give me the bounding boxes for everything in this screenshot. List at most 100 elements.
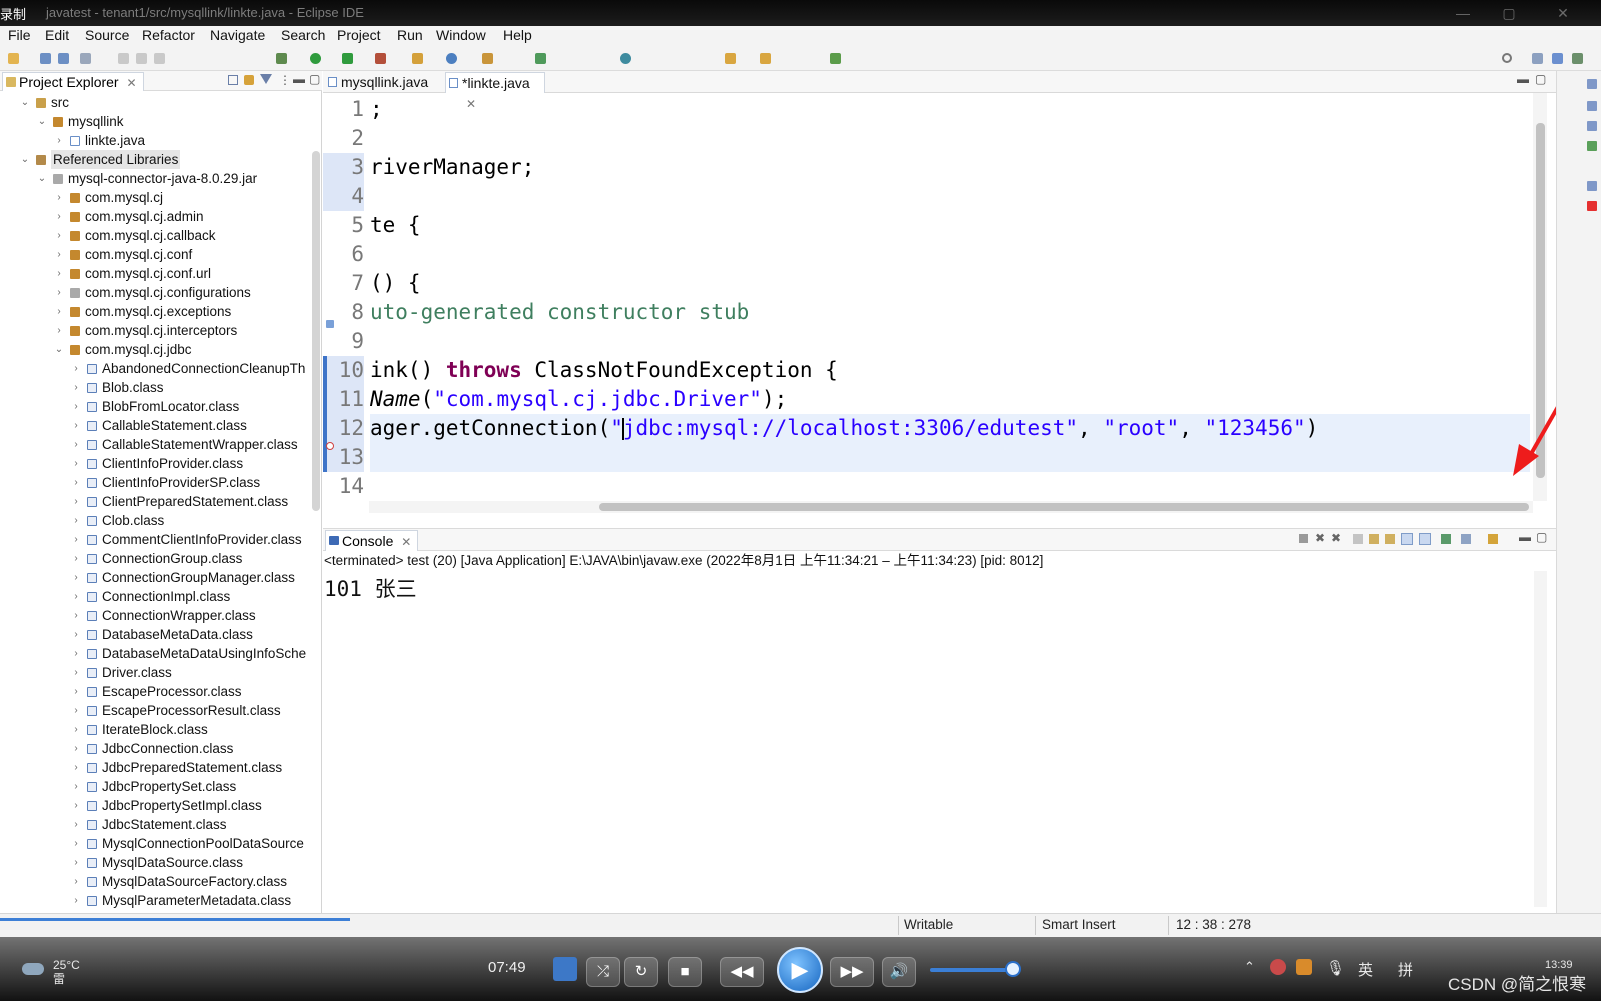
code-line-1[interactable]: ; — [370, 95, 383, 124]
debug-perspective-icon[interactable] — [1572, 53, 1583, 64]
code-line-12[interactable]: ager.getConnection("jdbc:mysql://localho… — [370, 414, 1530, 443]
print-icon[interactable] — [80, 53, 91, 64]
chevron-right-icon[interactable]: › — [53, 188, 65, 207]
fast-forward-button[interactable]: ▶▶ — [830, 957, 874, 987]
problems-icon[interactable] — [1587, 141, 1597, 151]
chevron-right-icon[interactable]: › — [70, 872, 82, 891]
menu-search[interactable]: Search — [281, 27, 325, 43]
tab-mysqllink-java[interactable]: mysqllink.java — [325, 72, 443, 93]
outline-icon[interactable] — [1587, 101, 1597, 111]
maximize-button[interactable]: ▢ — [1486, 0, 1532, 26]
error-overview-icon[interactable] — [1587, 201, 1597, 211]
debug-icon[interactable] — [276, 53, 287, 64]
filter-icon[interactable] — [260, 74, 272, 84]
project-explorer-scrollbar[interactable] — [312, 151, 320, 511]
chevron-right-icon[interactable]: › — [70, 397, 82, 416]
suspend-icon[interactable] — [136, 53, 147, 64]
chevron-right-icon[interactable]: › — [70, 549, 82, 568]
chevron-right-icon[interactable]: › — [70, 587, 82, 606]
chevron-right-icon[interactable]: › — [70, 530, 82, 549]
tree-item[interactable]: ⌄ Referenced Libraries — [0, 150, 312, 169]
new-class-icon[interactable] — [446, 53, 457, 64]
chevron-right-icon[interactable]: › — [53, 245, 65, 264]
chevron-right-icon[interactable]: › — [70, 473, 82, 492]
chevron-right-icon[interactable]: › — [70, 359, 82, 378]
menu-edit[interactable]: Edit — [45, 27, 69, 43]
tree-item[interactable]: › ClientInfoProviderSP.class — [0, 473, 312, 492]
tree-item[interactable]: › Clob.class — [0, 511, 312, 530]
cursor-position[interactable]: 12 : 38 : 278 — [1176, 917, 1251, 932]
tree-item[interactable]: › linkte.java — [0, 131, 312, 150]
chevron-right-icon[interactable]: › — [70, 568, 82, 587]
tree-item[interactable]: › CallableStatement.class — [0, 416, 312, 435]
task-list-icon[interactable] — [1587, 121, 1597, 131]
chevron-right-icon[interactable]: › — [53, 302, 65, 321]
code-line-7[interactable]: () { — [370, 269, 421, 298]
tree-item[interactable]: › JdbcPropertySet.class — [0, 777, 312, 796]
tree-item[interactable]: › EscapeProcessorResult.class — [0, 701, 312, 720]
tree-item[interactable]: › DatabaseMetaDataUsingInfoSche — [0, 644, 312, 663]
chevron-down-icon[interactable]: ⌄ — [36, 112, 48, 131]
maximize-view-icon[interactable]: ▢ — [309, 72, 320, 86]
volume-knob[interactable] — [1005, 961, 1021, 977]
globe-icon[interactable] — [620, 53, 631, 64]
shuffle-button[interactable]: ⤮ — [586, 957, 620, 987]
minimize-editor-icon[interactable]: ▬ — [1517, 72, 1529, 86]
menu-source[interactable]: Source — [85, 27, 129, 43]
pin-console-icon[interactable] — [1441, 534, 1451, 544]
tree-item[interactable]: › Driver.class — [0, 663, 312, 682]
tray-app-icon[interactable] — [1296, 959, 1312, 975]
tab-linkte-java[interactable]: *linkte.java ✕ — [445, 72, 545, 111]
tree-item[interactable]: › com.mysql.cj.callback — [0, 226, 312, 245]
coverage-icon[interactable] — [342, 53, 353, 64]
tree-item[interactable]: › CallableStatementWrapper.class — [0, 435, 312, 454]
tree-item[interactable]: › EscapeProcessor.class — [0, 682, 312, 701]
editor-horizontal-scrollbar[interactable] — [369, 501, 1533, 513]
tree-item[interactable]: ⌄ mysql-connector-java-8.0.29.jar — [0, 169, 312, 188]
menu-project[interactable]: Project — [337, 27, 381, 43]
word-wrap-icon[interactable] — [1385, 534, 1395, 544]
error-marker-icon[interactable] — [326, 442, 334, 450]
tree-item[interactable]: › ClientPreparedStatement.class — [0, 492, 312, 511]
tree-item[interactable]: › ConnectionWrapper.class — [0, 606, 312, 625]
windows-start-icon[interactable] — [553, 957, 577, 981]
terminate-icon[interactable] — [154, 53, 165, 64]
tree-item[interactable]: › com.mysql.cj.exceptions — [0, 302, 312, 321]
chevron-down-icon[interactable]: ⌄ — [36, 169, 48, 188]
chevron-right-icon[interactable]: › — [70, 739, 82, 758]
open-console-icon[interactable] — [1488, 534, 1498, 544]
console-output[interactable]: 101 张三 — [324, 573, 417, 603]
tree-item[interactable]: ⌄ com.mysql.cj.jdbc — [0, 340, 312, 359]
show-on-output-icon[interactable] — [1401, 533, 1413, 545]
menu-navigate[interactable]: Navigate — [210, 27, 265, 43]
tree-item[interactable]: › MysqlDataSourceFactory.class — [0, 872, 312, 891]
chevron-right-icon[interactable]: › — [70, 891, 82, 910]
chevron-up-icon[interactable]: ⌃ — [1244, 959, 1255, 975]
scrollbar-thumb[interactable] — [599, 503, 1529, 511]
tree-item[interactable]: › Blob.class — [0, 378, 312, 397]
weather-widget[interactable]: 25°C 雷 — [53, 958, 80, 986]
chevron-down-icon[interactable]: ⌄ — [19, 150, 31, 169]
chevron-right-icon[interactable]: › — [70, 796, 82, 815]
chevron-right-icon[interactable]: › — [70, 606, 82, 625]
next-annotation-icon[interactable] — [535, 53, 546, 64]
chevron-right-icon[interactable]: › — [70, 644, 82, 663]
microphone-icon[interactable]: 🎙 — [1326, 959, 1345, 977]
tree-item[interactable]: › CommentClientInfoProvider.class — [0, 530, 312, 549]
chevron-right-icon[interactable]: › — [70, 435, 82, 454]
tree-item[interactable]: › com.mysql.cj.interceptors — [0, 321, 312, 340]
resume-icon[interactable] — [118, 53, 129, 64]
maximize-editor-icon[interactable]: ▢ — [1535, 72, 1546, 86]
play-button[interactable]: ▶ — [777, 947, 823, 993]
chevron-right-icon[interactable]: › — [70, 777, 82, 796]
tree-item[interactable]: › com.mysql.cj.configurations — [0, 283, 312, 302]
code-line-10[interactable]: ink() throws ClassNotFoundException { — [370, 356, 838, 385]
insert-mode-status[interactable]: Smart Insert — [1042, 917, 1116, 932]
tree-item[interactable]: › DatabaseMetaData.class — [0, 625, 312, 644]
chevron-right-icon[interactable]: › — [70, 815, 82, 834]
chevron-right-icon[interactable]: › — [70, 378, 82, 397]
stop-button[interactable]: ■ — [668, 957, 702, 987]
chevron-right-icon[interactable]: › — [70, 416, 82, 435]
code-line-5[interactable]: te { — [370, 211, 421, 240]
menu-help[interactable]: Help — [503, 27, 532, 43]
